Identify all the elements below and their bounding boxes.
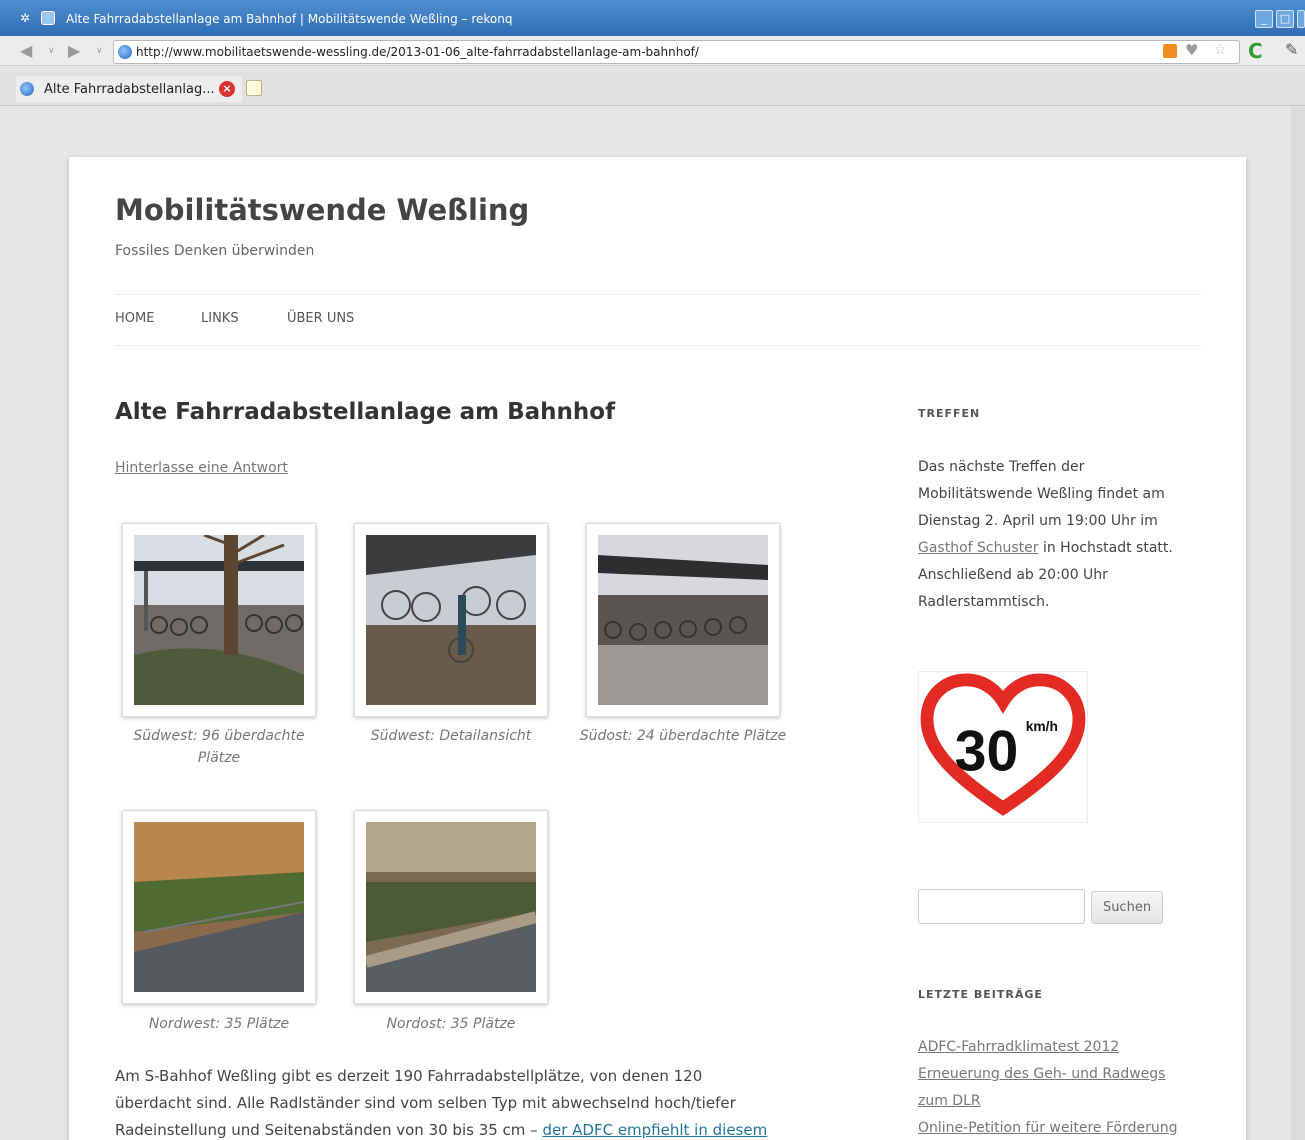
caption-line: Plätze	[197, 750, 241, 766]
heart-icon: 30 km/h	[920, 673, 1086, 816]
address-bar[interactable]: http://www.mobilitaetswende-wessling.de/…	[113, 40, 1240, 64]
body-line: Am S-Bahhof Weßling gibt es derzeit 190 …	[115, 1067, 703, 1085]
header-divider	[115, 294, 1201, 295]
site-description: Fossiles Denken überwinden	[115, 243, 315, 259]
menu-item-home[interactable]: HOME	[115, 311, 154, 326]
gallery-image-nordwest[interactable]	[122, 810, 316, 1004]
caption-line: Nordost: 35 Plätze	[386, 1016, 516, 1032]
maximize-icon[interactable]: □	[1276, 10, 1294, 28]
body-line: Radeinstellung und Seitenabständen von 3…	[115, 1117, 815, 1140]
gasthof-link[interactable]: Gasthof Schuster	[918, 540, 1039, 556]
globe-icon	[118, 45, 132, 59]
heart-icon[interactable]: ♥	[1185, 41, 1198, 59]
new-tab-icon[interactable]	[246, 80, 262, 96]
minimize-icon[interactable]: _	[1255, 10, 1273, 28]
window-titlebar: ✲ Alte Fahrradabstellanlage am Bahnhof |…	[0, 0, 1305, 36]
gallery-caption: Südost: 24 überdachte Plätze	[573, 725, 793, 747]
back-icon[interactable]: ◀	[20, 41, 32, 61]
badge-unit: km/h	[1026, 718, 1058, 734]
search-input[interactable]	[918, 889, 1085, 924]
caption-line: Südwest: 96 überdachte	[133, 728, 305, 744]
caption-line: Südwest: Detailansicht	[370, 728, 532, 744]
meeting-line: Anschließend ab 20:00 Uhr	[918, 567, 1108, 583]
meeting-line: Mobilitätswende Weßling findet am	[918, 486, 1165, 502]
adfc-link[interactable]: der ADFC empfiehlt in diesem	[542, 1121, 767, 1139]
app-icon[interactable]: ✲	[20, 11, 34, 25]
meeting-line: Das nächste Treffen der	[918, 459, 1085, 475]
bike-rack-detail-photo	[366, 535, 536, 705]
star-icon[interactable]: ☆	[1214, 42, 1227, 58]
gallery-caption: Nordost: 35 Plätze	[354, 1013, 548, 1035]
gallery-image-nordost[interactable]	[354, 810, 548, 1004]
page-viewport: Mobilitätswende Weßling Fossiles Denken …	[14, 107, 1291, 1140]
speed-limit-30-badge[interactable]: 30 km/h	[918, 671, 1088, 823]
gallery-caption: Nordwest: 35 Plätze	[122, 1013, 316, 1035]
bike-shelter-photo	[134, 535, 304, 705]
menu-item-ueber-uns[interactable]: ÜBER UNS	[287, 311, 354, 326]
rss-icon[interactable]	[1163, 44, 1177, 58]
tab-label: Alte Fahrradabstellanlag...	[44, 82, 215, 97]
body-text-span: Radeinstellung und Seitenabständen von 3…	[115, 1121, 543, 1139]
close-window-icon[interactable]	[1297, 10, 1305, 28]
gallery-image-suedost[interactable]	[586, 523, 780, 717]
window-menu-icon[interactable]	[41, 11, 55, 25]
bike-shelter-southeast-photo	[598, 535, 768, 705]
window-scrollbar[interactable]	[1291, 107, 1305, 1140]
gallery-caption: Südwest: 96 überdachte Plätze	[122, 725, 316, 769]
post-title: Alte Fahrradabstellanlage am Bahnhof	[115, 399, 616, 425]
menu-item-links[interactable]: LINKS	[201, 311, 239, 326]
post-body: Am S-Bahhof Weßling gibt es derzeit 190 …	[115, 1063, 815, 1140]
recent-post-link[interactable]: zum DLR	[918, 1093, 981, 1109]
gallery-image-suedwest-detail[interactable]	[354, 523, 548, 717]
meeting-text: Das nächste Treffen der Mobilitätswende …	[918, 454, 1198, 616]
recent-post-link[interactable]: Online-Petition für weitere Förderung	[918, 1120, 1178, 1136]
gallery-image-suedwest[interactable]	[122, 523, 316, 717]
widget-title-letzte-beitraege: LETZTE BEITRÄGE	[918, 988, 1043, 1001]
meeting-line: Radlerstammtisch.	[918, 594, 1050, 610]
body-line: überdacht sind. Alle Radlständer sind vo…	[115, 1094, 736, 1112]
tools-icon[interactable]: ✎	[1285, 40, 1298, 59]
menu-divider	[115, 345, 1201, 346]
forward-icon[interactable]: ▶	[68, 41, 80, 61]
search-button[interactable]: Suchen	[1091, 891, 1163, 924]
meeting-line: Gasthof Schuster in Hochstadt statt.	[918, 535, 1198, 562]
recent-post-link[interactable]: Erneuerung des Geh- und Radwegs	[918, 1066, 1165, 1082]
caption-line: Südost: 24 überdachte Plätze	[579, 728, 787, 744]
reply-link[interactable]: Hinterlasse eine Antwort	[115, 460, 288, 476]
recent-post-link[interactable]: ADFC-Fahrradklimatest 2012	[918, 1039, 1119, 1055]
widget-title-treffen: TREFFEN	[918, 407, 981, 420]
gallery-caption: Südwest: Detailansicht	[354, 725, 548, 747]
caption-line: Nordwest: 35 Plätze	[148, 1016, 290, 1032]
site-title[interactable]: Mobilitätswende Weßling	[115, 193, 529, 227]
page-content: Mobilitätswende Weßling Fossiles Denken …	[69, 157, 1246, 1140]
window-title: Alte Fahrradabstellanlage am Bahnhof | M…	[66, 12, 513, 26]
close-tab-icon[interactable]: ×	[219, 81, 235, 97]
bike-rack-northwest-photo	[134, 822, 304, 992]
tab-current[interactable]: Alte Fahrradabstellanlag... ×	[16, 76, 242, 102]
tab-favicon-icon	[20, 82, 34, 96]
tab-bar: Alte Fahrradabstellanlag... ×	[0, 72, 1305, 106]
badge-number: 30	[955, 720, 1019, 784]
forward-history-chevron-icon[interactable]: ∨	[96, 41, 103, 61]
meeting-line: Dienstag 2. April um 19:00 Uhr im	[918, 513, 1158, 529]
meeting-text-span: in Hochstadt statt.	[1038, 540, 1173, 556]
bike-rack-northeast-photo	[366, 822, 536, 992]
url-text[interactable]: http://www.mobilitaetswende-wessling.de/…	[136, 45, 699, 59]
reload-icon[interactable]: C	[1248, 39, 1263, 63]
back-history-chevron-icon[interactable]: ∨	[48, 41, 55, 61]
